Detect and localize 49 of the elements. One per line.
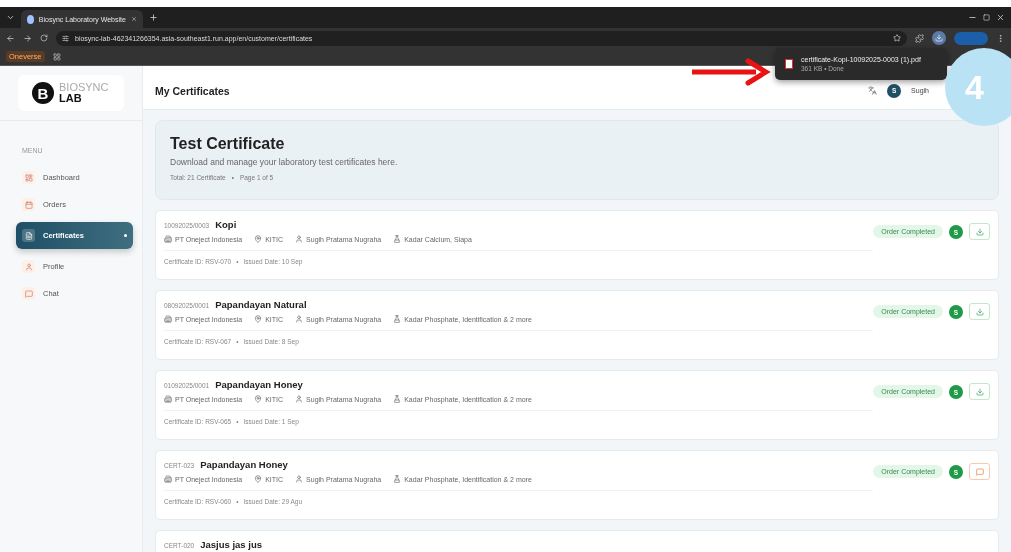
page-title: My Certificates <box>155 84 230 97</box>
building-icon <box>164 315 172 323</box>
certificate-name: Papandayan Honey <box>215 379 303 390</box>
building-icon <box>164 475 172 483</box>
user-icon <box>295 475 304 483</box>
flask-icon <box>393 475 402 483</box>
building-icon <box>164 395 172 403</box>
dashboard-icon <box>24 173 33 182</box>
certificate-name: Jasjus jas jus <box>200 539 263 550</box>
calendar-icon <box>24 200 33 209</box>
chat-icon <box>24 289 33 298</box>
user-icon <box>295 395 304 403</box>
flask-icon <box>393 315 402 323</box>
forward-icon[interactable] <box>23 33 32 43</box>
maximize-icon[interactable] <box>983 14 990 21</box>
tab-list-icon[interactable] <box>6 13 15 22</box>
banner-title: Test Certificate <box>170 135 286 153</box>
download-button[interactable] <box>932 31 946 45</box>
puzzle-icon[interactable] <box>915 33 924 43</box>
flask-icon <box>393 235 402 243</box>
apps-icon[interactable] <box>52 52 61 61</box>
close-icon[interactable] <box>996 13 1005 22</box>
menu-icon[interactable] <box>996 33 1005 43</box>
location-pin-icon <box>254 395 263 403</box>
location-pin-icon <box>254 315 263 323</box>
location-pin-icon <box>254 235 263 243</box>
certificate-name: Papandayan Honey <box>200 459 288 470</box>
translate-icon[interactable] <box>868 86 878 95</box>
building-icon <box>164 235 172 243</box>
sliders-icon <box>62 34 69 42</box>
new-tab-icon[interactable] <box>149 13 158 22</box>
close-icon[interactable] <box>130 15 137 23</box>
banner-subtitle: Download and manage your laboratory test certificates here. <box>170 157 399 167</box>
chat-icon <box>975 467 984 476</box>
reload-icon[interactable] <box>40 34 48 42</box>
document-icon <box>24 231 33 240</box>
star-icon[interactable] <box>893 34 901 42</box>
download-icon <box>975 227 984 236</box>
pdf-file-icon <box>785 59 793 69</box>
user-icon <box>295 235 304 243</box>
location-pin-icon <box>254 475 263 483</box>
flask-icon <box>393 395 402 403</box>
certificate-name: Papandayan Natural <box>215 299 307 310</box>
back-icon[interactable] <box>6 33 15 43</box>
certificate-name: Kopi <box>215 219 237 230</box>
download-icon <box>975 307 984 316</box>
user-icon <box>295 315 304 323</box>
user-icon <box>24 262 33 271</box>
download-icon <box>975 387 984 396</box>
